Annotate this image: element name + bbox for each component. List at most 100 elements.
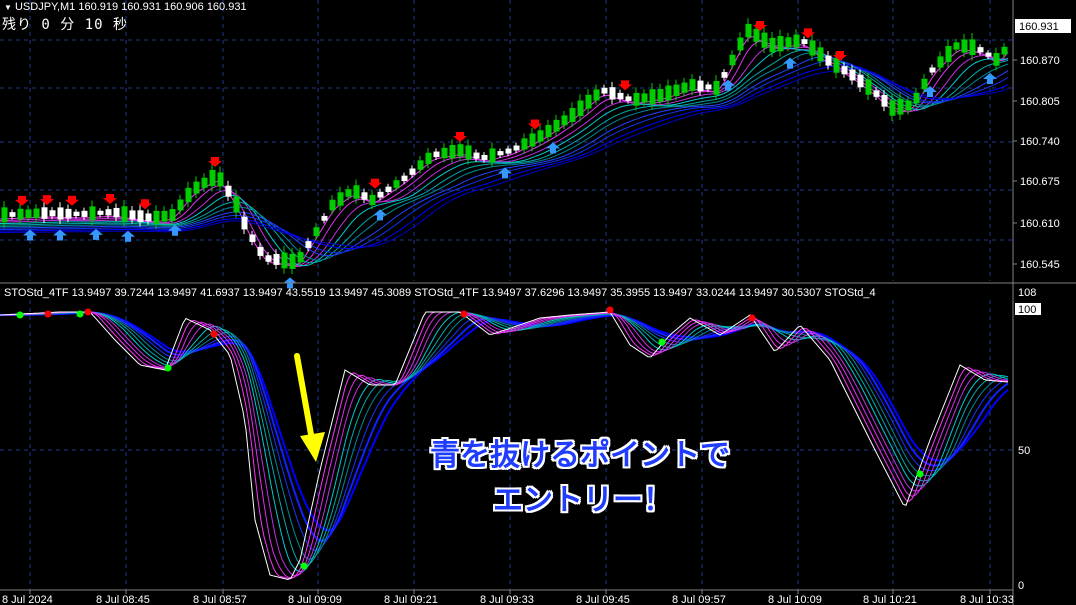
candle-body bbox=[129, 210, 136, 220]
candle-body bbox=[73, 211, 80, 217]
candle-body bbox=[353, 185, 360, 199]
candle-body bbox=[673, 84, 680, 97]
candle-body bbox=[497, 151, 504, 156]
symbol-info: USDJPY,M1 160.919 160.931 160.906 160.93… bbox=[14, 1, 247, 13]
osc-green-dot bbox=[658, 338, 666, 346]
candle-body bbox=[17, 208, 24, 220]
time-tick-label: 8 Jul 08:45 bbox=[96, 594, 150, 605]
candle-body bbox=[809, 40, 816, 56]
candle-body bbox=[937, 56, 944, 68]
candle-body bbox=[225, 185, 232, 197]
candle-body bbox=[289, 253, 296, 269]
candle-body bbox=[409, 168, 416, 175]
candle-body bbox=[569, 108, 576, 122]
candle-body bbox=[321, 215, 328, 221]
candle-body bbox=[417, 160, 424, 170]
sell-arrow-icon bbox=[15, 195, 29, 206]
osc-100-label: 100 bbox=[1018, 304, 1036, 316]
price-tick-label: 160.545 bbox=[1020, 259, 1060, 271]
candle-body bbox=[305, 241, 312, 248]
candle-body bbox=[553, 119, 560, 132]
price-tick-label: 160.675 bbox=[1020, 176, 1060, 188]
current-price-label: 160.931 bbox=[1019, 21, 1059, 33]
yellow-arrow-head-icon bbox=[300, 432, 325, 462]
time-tick-label: 8 Jul 09:57 bbox=[672, 594, 726, 605]
candle-body bbox=[961, 39, 968, 53]
candle-body bbox=[665, 85, 672, 101]
sell-arrow-icon bbox=[618, 80, 632, 91]
candle-body bbox=[209, 170, 216, 186]
sell-arrow-icon bbox=[65, 195, 79, 206]
candle-body bbox=[89, 206, 96, 221]
buy-arrow-icon bbox=[89, 228, 103, 240]
osc-green-dot bbox=[164, 364, 172, 372]
candle-body bbox=[393, 180, 400, 188]
time-tick-label: 8 Jul 09:09 bbox=[288, 594, 342, 605]
candle-body bbox=[777, 36, 784, 52]
candle-body bbox=[969, 39, 976, 56]
candle-body bbox=[313, 227, 320, 237]
candle-body bbox=[577, 100, 584, 117]
candle-body bbox=[201, 177, 208, 188]
candle-body bbox=[601, 87, 608, 94]
candle-body bbox=[817, 47, 824, 62]
time-tick-label: 8 Jul 08:57 bbox=[193, 594, 247, 605]
candle-body bbox=[705, 84, 712, 90]
candle-body bbox=[905, 100, 912, 111]
candle-body bbox=[113, 207, 120, 218]
price-tick-label: 160.610 bbox=[1020, 218, 1060, 230]
candle-body bbox=[377, 191, 384, 198]
candle-body bbox=[481, 154, 488, 160]
osc-green-dot bbox=[916, 470, 924, 478]
candle-body bbox=[609, 87, 616, 100]
candle-body bbox=[1001, 46, 1008, 55]
sell-arrow-icon bbox=[40, 195, 54, 206]
candle-body bbox=[865, 79, 872, 95]
candle-body bbox=[561, 115, 568, 126]
candle-body bbox=[177, 199, 184, 211]
osc-50-label: 50 bbox=[1018, 445, 1030, 457]
candle-body bbox=[657, 88, 664, 102]
candle-body bbox=[473, 152, 480, 159]
candle-body bbox=[153, 210, 160, 224]
signal-arrows bbox=[15, 21, 997, 289]
candle-body bbox=[65, 208, 72, 219]
candle-body bbox=[889, 100, 896, 116]
osc-red-dot bbox=[748, 314, 756, 322]
sell-arrow-icon bbox=[453, 132, 467, 142]
candle-body bbox=[169, 209, 176, 221]
time-tick-label: 8 Jul 09:21 bbox=[384, 594, 438, 605]
candle-body bbox=[513, 145, 520, 151]
osc-max-label: 108 bbox=[1018, 287, 1036, 299]
candle-body bbox=[385, 186, 392, 193]
annotation-arrow bbox=[294, 353, 325, 462]
candle-body bbox=[505, 148, 512, 154]
symbol-header: ▼ USDJPY,M1 160.919 160.931 160.906 160.… bbox=[4, 1, 247, 13]
price-tick-label: 160.870 bbox=[1020, 55, 1060, 67]
candle-body bbox=[97, 210, 104, 215]
candle-body bbox=[81, 210, 88, 217]
candle-body bbox=[785, 37, 792, 48]
time-tick-label: 8 Jul 2024 bbox=[2, 594, 53, 605]
candle-body bbox=[977, 47, 984, 53]
candle-body bbox=[145, 213, 152, 222]
buy-arrow-icon bbox=[53, 229, 67, 241]
candle-body bbox=[105, 209, 112, 216]
candle-body bbox=[25, 209, 32, 218]
candle-body bbox=[585, 94, 592, 109]
time-tick-label: 8 Jul 10:33 bbox=[960, 594, 1014, 605]
candle-body bbox=[1, 207, 8, 223]
dropdown-icon[interactable]: ▼ bbox=[4, 3, 12, 12]
candle-body bbox=[193, 181, 200, 194]
chart-window[interactable]: 160.870 160.805 160.740 160.675 160.610 160.5… bbox=[0, 0, 1076, 605]
candle-body bbox=[617, 92, 624, 100]
candle-body bbox=[793, 34, 800, 48]
candle-body bbox=[185, 187, 192, 203]
indicator-header: STOStd_4TF 13.9497 39.7244 13.9497 41.69… bbox=[4, 287, 876, 299]
candle-body bbox=[9, 212, 16, 217]
candle-body bbox=[217, 172, 224, 187]
candle-body bbox=[57, 207, 64, 220]
candle-body bbox=[825, 55, 832, 66]
candle-body bbox=[953, 42, 960, 50]
candle-body bbox=[801, 39, 808, 45]
